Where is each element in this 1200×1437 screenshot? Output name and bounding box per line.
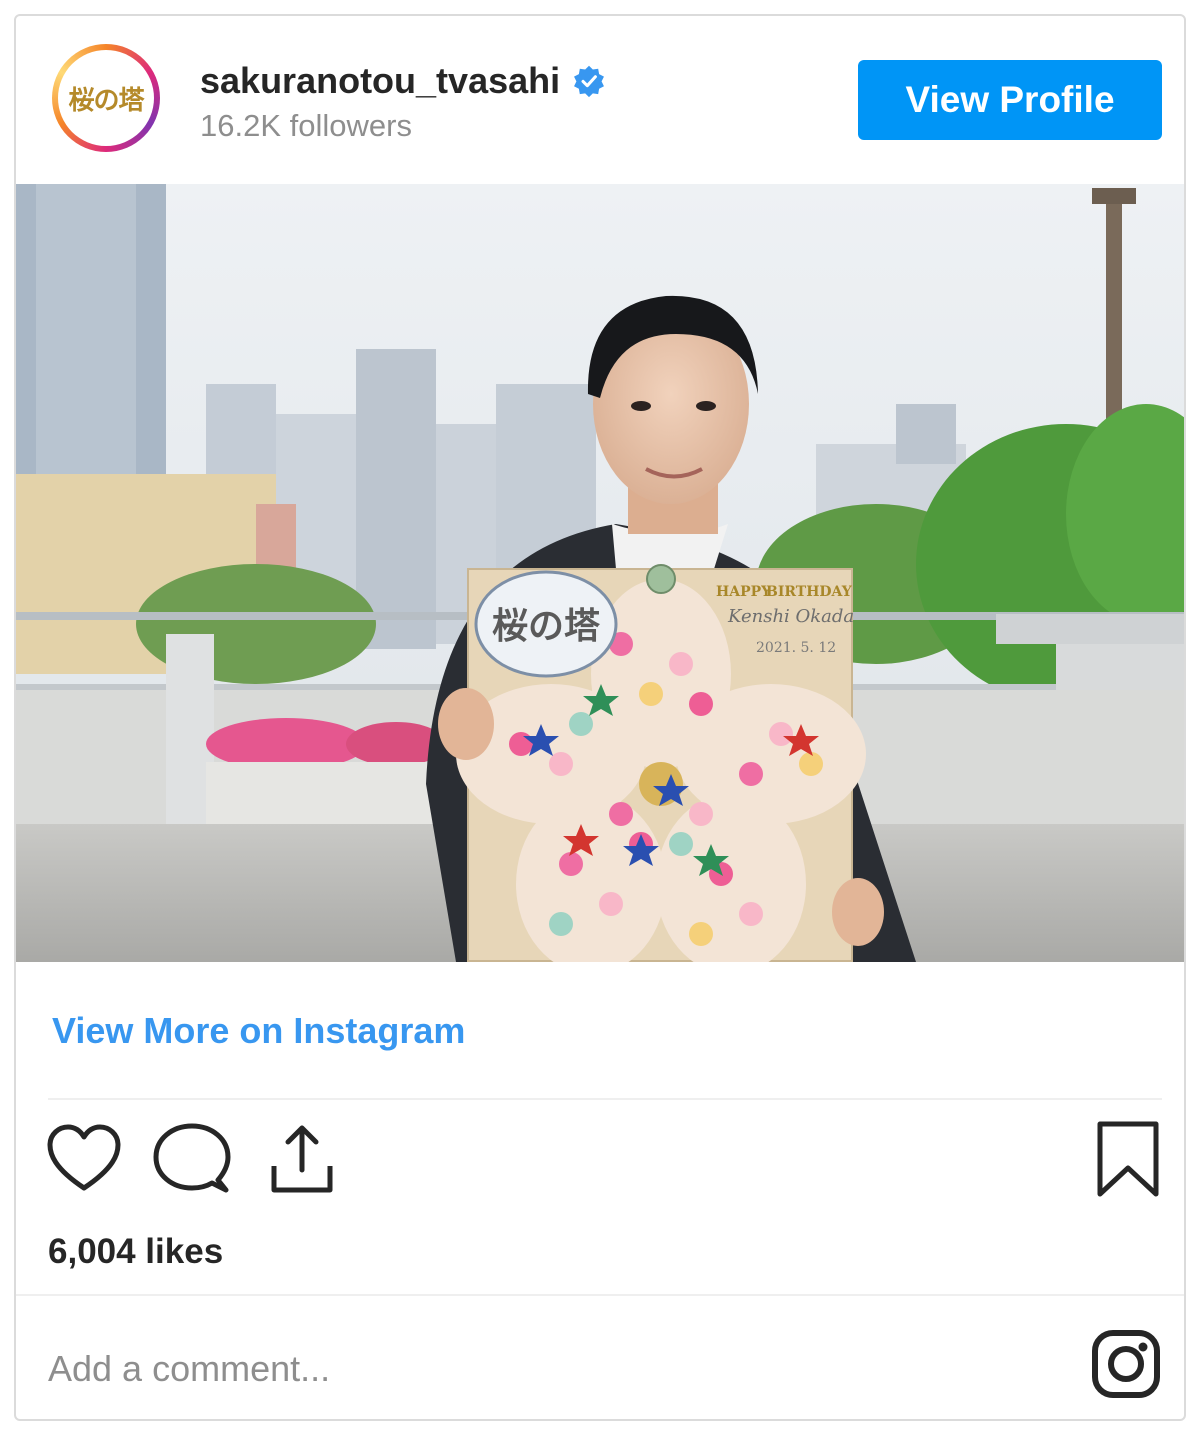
board-caption-line-1: HAPPY [716, 584, 772, 600]
view-profile-button[interactable]: View Profile [858, 60, 1162, 140]
bookmark-icon[interactable] [1088, 1120, 1168, 1200]
avatar-image: 桜の塔 [58, 50, 154, 146]
post-photo-image: 桜の塔 HAPPY BIRTHDAY Kenshi Okada 2021. 5.… [16, 184, 1184, 962]
add-comment-input[interactable] [46, 1328, 1030, 1410]
instagram-icon[interactable] [1090, 1328, 1162, 1400]
avatar[interactable]: 桜の塔 [52, 44, 160, 152]
post-photo[interactable]: 桜の塔 HAPPY BIRTHDAY Kenshi Okada 2021. 5.… [16, 184, 1184, 962]
post-header: 桜の塔 sakuranotou_tvasahi 16.2K followers … [16, 16, 1184, 184]
share-icon[interactable] [262, 1120, 342, 1200]
avatar-logo: 桜の塔 [68, 85, 144, 116]
instagram-embed-card: 桜の塔 sakuranotou_tvasahi 16.2K followers … [14, 14, 1186, 1421]
board-caption-line-2: BIRTHDAY [766, 584, 853, 600]
action-bar [16, 1120, 1184, 1210]
followers-count: 16.2K followers [200, 108, 412, 143]
username[interactable]: sakuranotou_tvasahi [200, 60, 560, 102]
likes-count[interactable]: 6,004 likes [48, 1232, 223, 1272]
verified-icon [574, 65, 605, 98]
board-caption-line-4: 2021. 5. 12 [756, 640, 836, 656]
username-row: sakuranotou_tvasahi [200, 60, 606, 102]
board-caption-line-3: Kenshi Okada [727, 606, 854, 627]
actions-divider [48, 1098, 1162, 1100]
board-title: 桜の塔 [492, 605, 601, 647]
heart-icon[interactable] [44, 1120, 124, 1200]
comment-divider [16, 1294, 1184, 1296]
comment-icon[interactable] [152, 1120, 232, 1200]
view-more-on-instagram-link[interactable]: View More on Instagram [52, 1010, 465, 1052]
